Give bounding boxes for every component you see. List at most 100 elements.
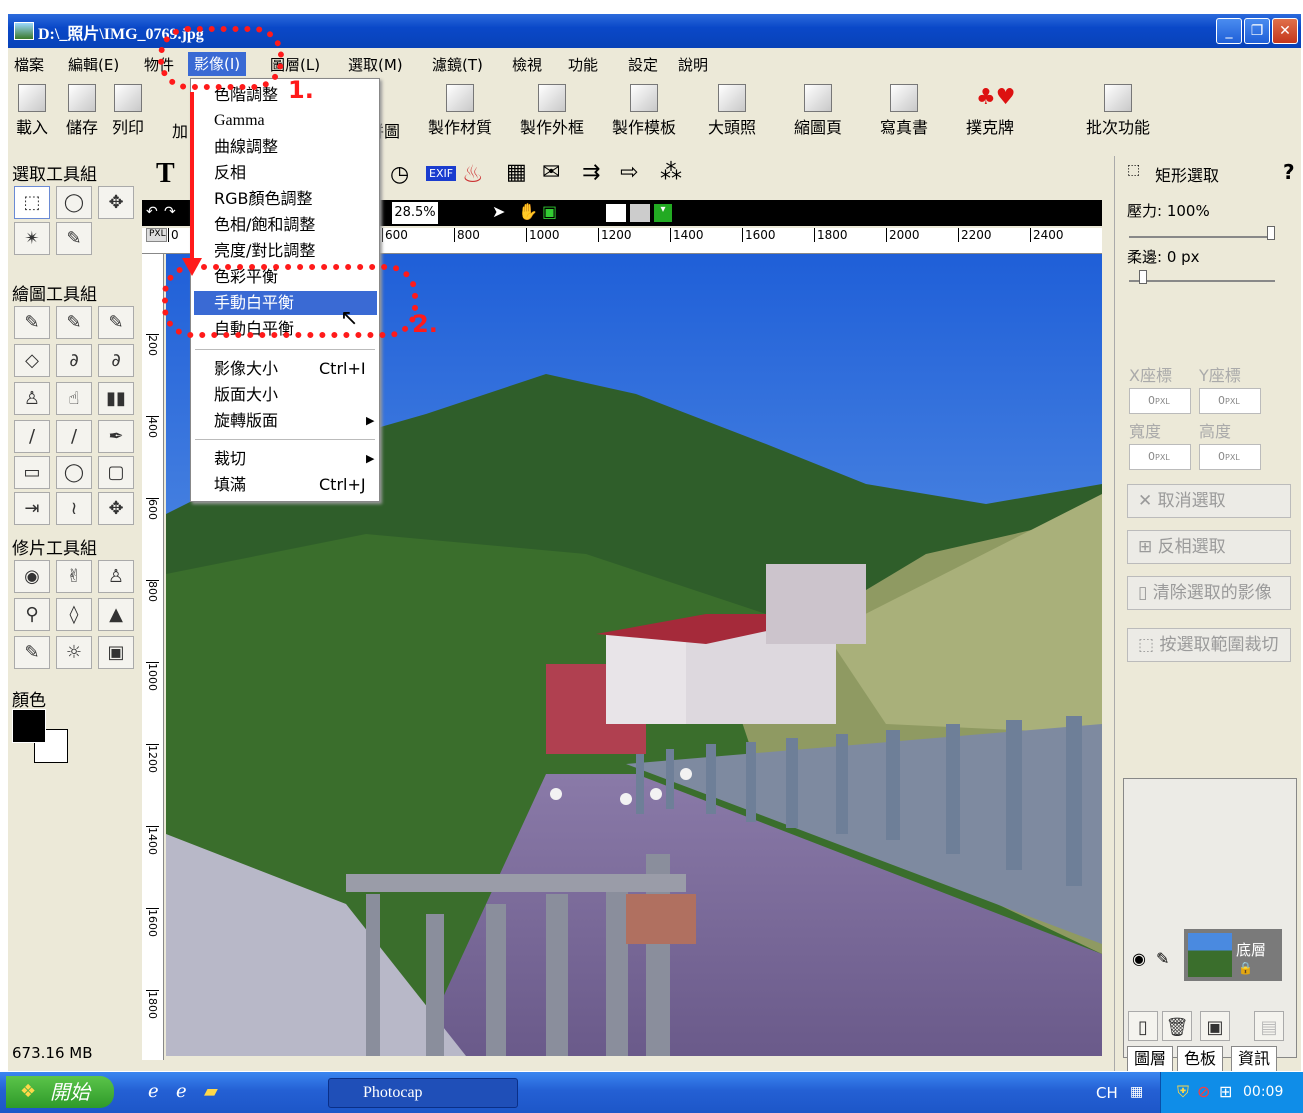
stamp-tool[interactable]: ♙ bbox=[14, 382, 50, 415]
invert-selection-button[interactable]: ⊞ 反相選取 bbox=[1127, 530, 1291, 564]
bg-dropdown-icon[interactable]: ▾ bbox=[654, 204, 672, 222]
minimize-button[interactable]: _ bbox=[1216, 18, 1242, 44]
frame-button[interactable]: 製作外框 bbox=[520, 84, 584, 138]
tab-layers[interactable]: 圖層 bbox=[1127, 1046, 1174, 1071]
eyedropper-tool[interactable]: ✒ bbox=[98, 420, 134, 453]
texture-button[interactable]: 製作材質 bbox=[428, 84, 492, 138]
menu-crop[interactable]: 裁切 ▶ bbox=[194, 447, 377, 471]
network-icon[interactable]: ⊞ bbox=[1219, 1082, 1232, 1101]
pattern-tool[interactable]: ▮▮ bbox=[98, 382, 134, 415]
clear-selection-button[interactable]: ▯ 清除選取的影像 bbox=[1127, 576, 1291, 610]
menu-settings[interactable]: 設定 bbox=[628, 54, 658, 75]
menu-image-size[interactable]: 影像大小 Ctrl+I bbox=[194, 357, 377, 381]
menu-help[interactable]: 說明 bbox=[678, 54, 708, 75]
delete-layer-icon[interactable]: 🗑 bbox=[1162, 1011, 1192, 1041]
white-swatch-icon[interactable] bbox=[606, 204, 626, 222]
merge-layer-icon[interactable]: ▤ bbox=[1254, 1011, 1284, 1041]
eraser-tool[interactable]: ◇ bbox=[14, 344, 50, 377]
save-button[interactable]: 儲存 bbox=[66, 84, 98, 138]
poker-button[interactable]: ♣♥ 撲克牌 bbox=[966, 84, 1015, 138]
blur-drop-tool[interactable]: ◊ bbox=[56, 598, 92, 631]
brush-tool[interactable]: ✎ bbox=[14, 306, 50, 339]
airbrush-tool[interactable]: ✎ bbox=[56, 306, 92, 339]
calendar-icon[interactable]: ▦ bbox=[506, 160, 527, 185]
stamp-retouch-tool[interactable]: ♙ bbox=[98, 560, 134, 593]
menu-rotate-canvas[interactable]: 旋轉版面 ▶ bbox=[194, 409, 377, 433]
folder-icon[interactable]: ▰ bbox=[204, 1081, 218, 1102]
x-coord-field[interactable]: 0PXL bbox=[1129, 388, 1191, 414]
menu-gamma[interactable]: Gamma bbox=[194, 109, 377, 133]
clone-brush-tool[interactable]: ✎ bbox=[98, 306, 134, 339]
print-button[interactable]: 列印 bbox=[112, 84, 144, 138]
tab-palette[interactable]: 色板 bbox=[1177, 1046, 1224, 1071]
smudge-tool[interactable]: ∂ bbox=[56, 344, 92, 377]
y-coord-field[interactable]: 0PXL bbox=[1199, 388, 1261, 414]
spotlight-tool[interactable]: ⚲ bbox=[14, 598, 50, 631]
rect-select-tool[interactable]: ⬚ bbox=[14, 186, 50, 219]
move-tool[interactable]: ✥ bbox=[98, 492, 134, 525]
rounded-rect-tool[interactable]: ▢ bbox=[98, 456, 134, 489]
template-button[interactable]: 製作模板 bbox=[612, 84, 676, 138]
speech-bubble-icon[interactable]: ✉ bbox=[542, 160, 560, 185]
edit-layer-icon[interactable]: ✎ bbox=[1156, 949, 1169, 968]
thumbnail-page-button[interactable]: 縮圖頁 bbox=[794, 84, 842, 138]
exif-icon[interactable]: EXIF bbox=[426, 166, 457, 181]
photo-book-button[interactable]: 寫真書 bbox=[880, 84, 928, 138]
fill-tool[interactable]: ☝ bbox=[56, 382, 92, 415]
batch-button[interactable]: 批次功能 bbox=[1086, 84, 1150, 138]
eye-icon[interactable]: ◉ bbox=[1132, 949, 1146, 968]
height-field[interactable]: 0PXL bbox=[1199, 444, 1261, 470]
curve-tool[interactable]: ≀ bbox=[56, 492, 92, 525]
new-layer-icon[interactable]: ▯ bbox=[1128, 1011, 1158, 1041]
clone-people-tool[interactable]: ✌ bbox=[56, 560, 92, 593]
redo-icon[interactable]: ↷ bbox=[164, 204, 176, 220]
red-eye-tool[interactable]: ◉ bbox=[14, 560, 50, 593]
light-bulb-tool[interactable]: ☼ bbox=[56, 636, 92, 669]
menu-edit[interactable]: 編輯(E) bbox=[68, 54, 119, 75]
cancel-selection-button[interactable]: ✕ 取消選取 bbox=[1127, 484, 1291, 518]
pointer-icon[interactable]: ➤ bbox=[492, 202, 505, 221]
width-field[interactable]: 0PXL bbox=[1129, 444, 1191, 470]
taskbar-photocap[interactable]: Photocap bbox=[328, 1078, 518, 1108]
magic-wand-tool[interactable]: ✴ bbox=[14, 222, 50, 255]
close-button[interactable]: ✕ bbox=[1272, 18, 1298, 44]
layer-image-icon[interactable]: ▣ bbox=[1200, 1011, 1230, 1041]
menu-canvas-size[interactable]: 版面大小 bbox=[194, 383, 377, 407]
arrow-shape-icon[interactable]: ⇨ bbox=[620, 160, 638, 185]
cake-icon[interactable]: ♨ bbox=[462, 160, 484, 188]
red-pen-tool[interactable]: / bbox=[56, 420, 92, 453]
keyboard-icon[interactable]: ▦ bbox=[1130, 1084, 1143, 1100]
pressure-slider[interactable] bbox=[1129, 226, 1275, 240]
rectangle-shape-tool[interactable]: ▭ bbox=[14, 456, 50, 489]
menu-select[interactable]: 選取(M) bbox=[348, 54, 403, 75]
menu-brightness-contrast[interactable]: 亮度/對比調整 bbox=[194, 239, 377, 263]
undo-icon[interactable]: ↶ bbox=[146, 204, 158, 220]
zoom-level[interactable]: 28.5% bbox=[392, 202, 438, 224]
feather-slider[interactable] bbox=[1129, 270, 1275, 284]
sharpen-tool[interactable]: ▲ bbox=[98, 598, 134, 631]
menu-hue-saturation[interactable]: 色相/飽和調整 bbox=[194, 213, 377, 237]
menu-file[interactable]: 檔案 bbox=[14, 54, 44, 75]
ie-icon[interactable]: ℯ bbox=[148, 1081, 159, 1102]
language-indicator[interactable]: CH bbox=[1096, 1084, 1118, 1102]
menu-view[interactable]: 檢視 bbox=[512, 54, 542, 75]
menu-curves[interactable]: 曲線調整 bbox=[194, 135, 377, 159]
foreground-color-swatch[interactable] bbox=[12, 709, 46, 743]
fit-icon[interactable]: ▣ bbox=[542, 202, 557, 221]
gray-swatch-icon[interactable] bbox=[630, 204, 650, 222]
crop-selection-button[interactable]: ⬚ 按選取範圍裁切 bbox=[1127, 628, 1291, 662]
line-tool[interactable]: ⇥ bbox=[14, 492, 50, 525]
ellipse-select-tool[interactable]: ◯ bbox=[56, 186, 92, 219]
menu-filter[interactable]: 濾鏡(T) bbox=[432, 54, 483, 75]
text-tool-icon[interactable]: T bbox=[156, 158, 175, 190]
help-icon[interactable]: ? bbox=[1283, 160, 1295, 184]
hand-icon[interactable]: ✋ bbox=[518, 202, 538, 221]
security-shield-icon[interactable]: ⛨ bbox=[1177, 1082, 1189, 1102]
load-button[interactable]: 載入 bbox=[16, 84, 48, 138]
arrow-line-icon[interactable]: ⇉ bbox=[582, 160, 600, 185]
layer-item[interactable]: 底層 🔒 bbox=[1184, 929, 1282, 981]
select-brush-tool[interactable]: ✎ bbox=[56, 222, 92, 255]
menu-function[interactable]: 功能 bbox=[568, 54, 598, 75]
menu-rgb[interactable]: RGB顏色調整 bbox=[194, 187, 377, 211]
browser-icon[interactable]: ℯ bbox=[176, 1081, 187, 1102]
